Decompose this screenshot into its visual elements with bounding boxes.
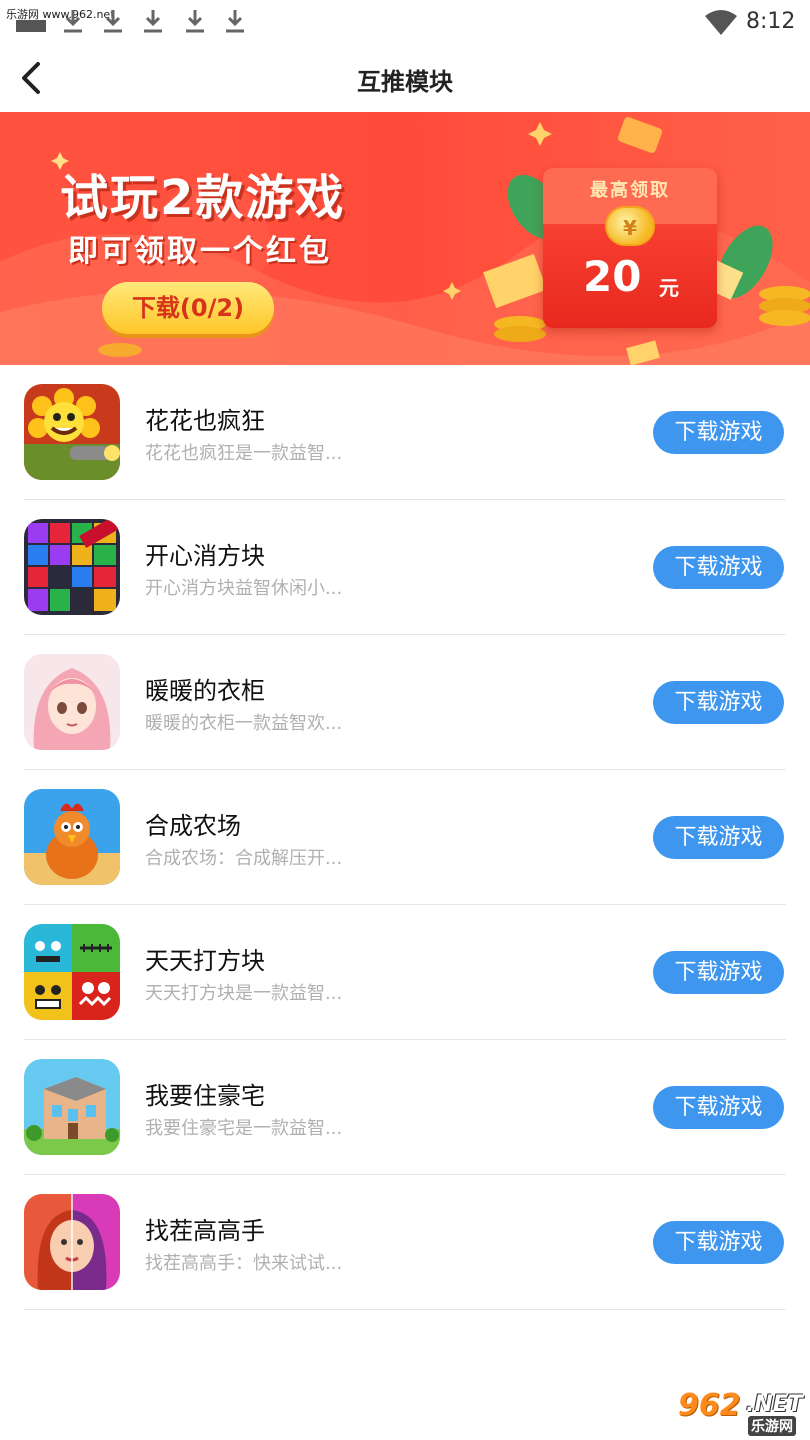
sunflower-game-icon[interactable] <box>24 384 120 480</box>
red-envelope: 最高领取 ¥ 20 元 <box>543 168 717 328</box>
wifi-icon <box>705 10 737 35</box>
game-name: 合成农场 <box>145 812 241 840</box>
block-puzzle-game-icon[interactable] <box>24 519 120 615</box>
watermark-number: 962 <box>678 1388 741 1423</box>
watermark-suffix: .NET <box>746 1392 803 1417</box>
banner-download-button[interactable]: 下载(0/2) <box>102 282 274 334</box>
promo-banner[interactable]: 试玩2款游戏 即可领取一个红包 下载(0/2) 最高领取 ¥ 20 元 <box>0 112 810 365</box>
download-icon <box>64 10 82 33</box>
monster-blocks-game-icon[interactable] <box>24 924 120 1020</box>
game-name: 找茬高高手 <box>145 1217 265 1245</box>
list-item[interactable]: 花花也疯狂 花花也疯狂是一款益智... 下载游戏 <box>0 365 810 500</box>
game-name: 暖暖的衣柜 <box>145 677 265 705</box>
list-item[interactable]: 暖暖的衣柜 暖暖的衣柜一款益智欢... 下载游戏 <box>0 635 810 770</box>
game-list: 花花也疯狂 花花也疯狂是一款益智... 下载游戏 开心消方块 开心消方块益智休闲… <box>0 365 810 1310</box>
list-item[interactable]: 找茬高高手 找茬高高手：快来试试... 下载游戏 <box>0 1175 810 1310</box>
game-description: 花花也疯狂是一款益智... <box>145 443 343 464</box>
game-description: 暖暖的衣柜一款益智欢... <box>145 713 343 734</box>
game-name: 我要住豪宅 <box>145 1082 265 1110</box>
download-icon <box>226 10 244 33</box>
game-description: 合成农场：合成解压开... <box>145 848 343 869</box>
game-name: 开心消方块 <box>145 542 265 570</box>
banner-title: 试玩2款游戏 <box>60 170 346 226</box>
download-game-button[interactable]: 下载游戏 <box>653 546 784 589</box>
list-item[interactable]: 开心消方块 开心消方块益智休闲小... 下载游戏 <box>0 500 810 635</box>
anime-girl-game-icon[interactable] <box>24 654 120 750</box>
download-game-button[interactable]: 下载游戏 <box>653 1086 784 1129</box>
download-icon <box>186 10 204 33</box>
divider <box>24 1309 786 1310</box>
game-description: 找茬高高手：快来试试... <box>145 1253 343 1274</box>
envelope-amount: 20 <box>583 252 642 301</box>
game-name: 花花也疯狂 <box>145 407 265 435</box>
banner-subtitle: 即可领取一个红包 <box>68 234 332 269</box>
page-title: 互推模块 <box>357 68 453 96</box>
watermark-brand: 乐游网 <box>748 1416 796 1436</box>
game-description: 我要住豪宅是一款益智... <box>145 1118 343 1139</box>
download-game-button[interactable]: 下载游戏 <box>653 951 784 994</box>
yen-coin-icon: ¥ <box>605 206 655 246</box>
list-item[interactable]: 合成农场 合成农场：合成解压开... 下载游戏 <box>0 770 810 905</box>
game-description: 天天打方块是一款益智... <box>145 983 343 1004</box>
list-item[interactable]: 我要住豪宅 我要住豪宅是一款益智... 下载游戏 <box>0 1040 810 1175</box>
download-icon <box>104 10 122 33</box>
spot-difference-game-icon[interactable] <box>24 1194 120 1290</box>
envelope-label: 最高领取 <box>590 180 670 201</box>
download-icon <box>144 10 162 33</box>
download-game-button[interactable]: 下载游戏 <box>653 816 784 859</box>
envelope-unit: 元 <box>659 276 679 300</box>
notification-icon <box>16 20 46 32</box>
title-bar: 互推模块 <box>0 44 810 112</box>
site-watermark-logo: 962 .NET 乐游网 <box>674 1388 808 1436</box>
list-item[interactable]: 天天打方块 天天打方块是一款益智... 下载游戏 <box>0 905 810 1040</box>
status-time: 8:12 <box>746 9 796 34</box>
download-game-button[interactable]: 下载游戏 <box>653 681 784 724</box>
game-name: 天天打方块 <box>145 947 265 975</box>
download-game-button[interactable]: 下载游戏 <box>653 1221 784 1264</box>
mansion-game-icon[interactable] <box>24 1059 120 1155</box>
status-bar: 乐游网 www.962.net 8:12 <box>0 0 810 44</box>
rooster-game-icon[interactable] <box>24 789 120 885</box>
game-description: 开心消方块益智休闲小... <box>145 578 343 599</box>
download-game-button[interactable]: 下载游戏 <box>653 411 784 454</box>
